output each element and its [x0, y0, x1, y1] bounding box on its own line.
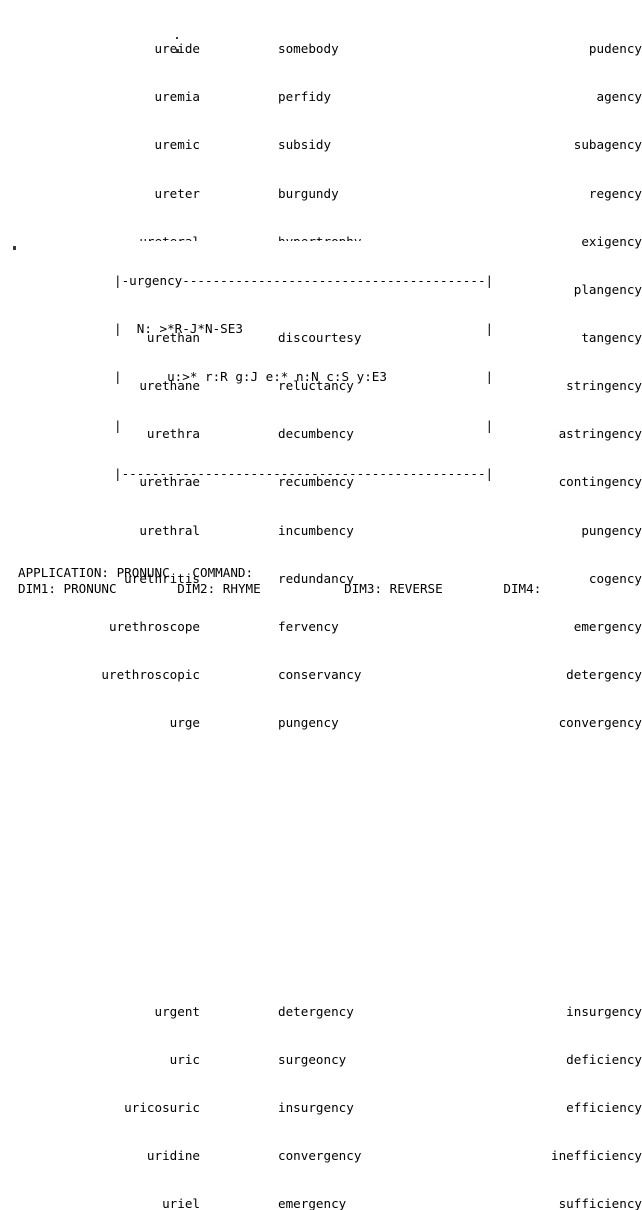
speck-artifact: [176, 37, 178, 39]
dim2-value[interactable]: RHYME: [223, 581, 261, 596]
list-item[interactable]: ureide: [0, 41, 201, 57]
overlay-gap: [382, 956, 642, 972]
list-item[interactable]: insurgency: [382, 1004, 642, 1020]
list-item[interactable]: ureter: [0, 186, 201, 202]
list-item[interactable]: sufficiency: [382, 1196, 642, 1210]
list-item[interactable]: uremic: [0, 137, 201, 153]
dim3-value[interactable]: REVERSE: [390, 581, 443, 596]
overlay-gap: [0, 859, 200, 875]
overlay-gap: [382, 811, 642, 827]
dim4-label: DIM4:: [503, 581, 542, 597]
list-item[interactable]: regency: [382, 186, 642, 202]
command-label[interactable]: COMMAND:: [192, 565, 253, 580]
box-top-border: |-urgency-------------------------------…: [114, 273, 494, 289]
list-item[interactable]: pudency: [382, 41, 642, 57]
status-row-dimensions: DIM1: PRONUNC DIM2: RHYME DIM3: REVERSE …: [0, 581, 642, 597]
speck-artifact: [176, 49, 179, 53]
status-bar: APPLICATION: PRONUNC COMMAND: DIM1: PRON…: [0, 565, 642, 605]
status-row-application: APPLICATION: PRONUNC COMMAND:: [0, 565, 642, 581]
reverse-column[interactable]: pudency agency subagency regency exigenc…: [382, 9, 642, 1210]
list-item[interactable]: uriel: [0, 1196, 200, 1210]
phoneme-map-line: | u:>* r:R g:J e:* n:N c:S y:E3 |: [114, 369, 494, 385]
list-item[interactable]: pungency: [382, 523, 642, 539]
list-item[interactable]: uridine: [0, 1148, 200, 1164]
overlay-gap: [0, 811, 200, 827]
dim1-value[interactable]: PRONUNC: [64, 581, 117, 596]
list-item[interactable]: urethral: [0, 523, 200, 539]
overlay-gap: [0, 908, 200, 924]
overlay-gap: [382, 908, 642, 924]
box-blank-line: | |: [114, 417, 494, 433]
list-item[interactable]: uricosuric: [0, 1100, 200, 1116]
list-item[interactable]: efficiency: [382, 1100, 642, 1116]
pronunc-column[interactable]: ureide uremia uremic ureter ureteral ure…: [0, 9, 200, 1210]
list-item[interactable]: uric: [0, 1052, 200, 1068]
list-item[interactable]: urge: [0, 715, 200, 731]
application-value: PRONUNC: [116, 565, 170, 580]
list-item[interactable]: convergency: [382, 715, 642, 731]
list-item[interactable]: urethroscopic: [0, 667, 200, 683]
pronunciation-detail-box[interactable]: |-urgency-------------------------------…: [114, 241, 514, 481]
overlay-gap: [382, 763, 642, 779]
dim2-label: DIM2:: [177, 581, 216, 597]
terminal-screen: ureide uremia uremic ureter ureteral ure…: [0, 0, 642, 1210]
overlay-gap: [0, 956, 200, 972]
dim1-label: DIM1:: [18, 581, 56, 597]
list-item[interactable]: inefficiency: [382, 1148, 642, 1164]
list-item[interactable]: subagency: [382, 137, 642, 153]
list-item[interactable]: uremia: [0, 89, 201, 105]
overlay-gap: [0, 763, 200, 779]
list-item[interactable]: urethroscope: [0, 619, 200, 635]
list-item[interactable]: detergency: [382, 667, 642, 683]
speck-artifact: [13, 246, 16, 250]
overlay-gap: [382, 859, 642, 875]
list-item[interactable]: emergency: [382, 619, 642, 635]
pronunc-code-line: | N: >*R-J*N-SE3 |: [114, 321, 494, 337]
application-label: APPLICATION:: [18, 565, 109, 580]
dim3-label: DIM3:: [344, 581, 383, 597]
list-item[interactable]: deficiency: [382, 1052, 642, 1068]
list-item[interactable]: urgent: [0, 1004, 201, 1020]
box-bottom-border: |---------------------------------------…: [114, 465, 494, 481]
list-item[interactable]: agency: [382, 89, 642, 105]
